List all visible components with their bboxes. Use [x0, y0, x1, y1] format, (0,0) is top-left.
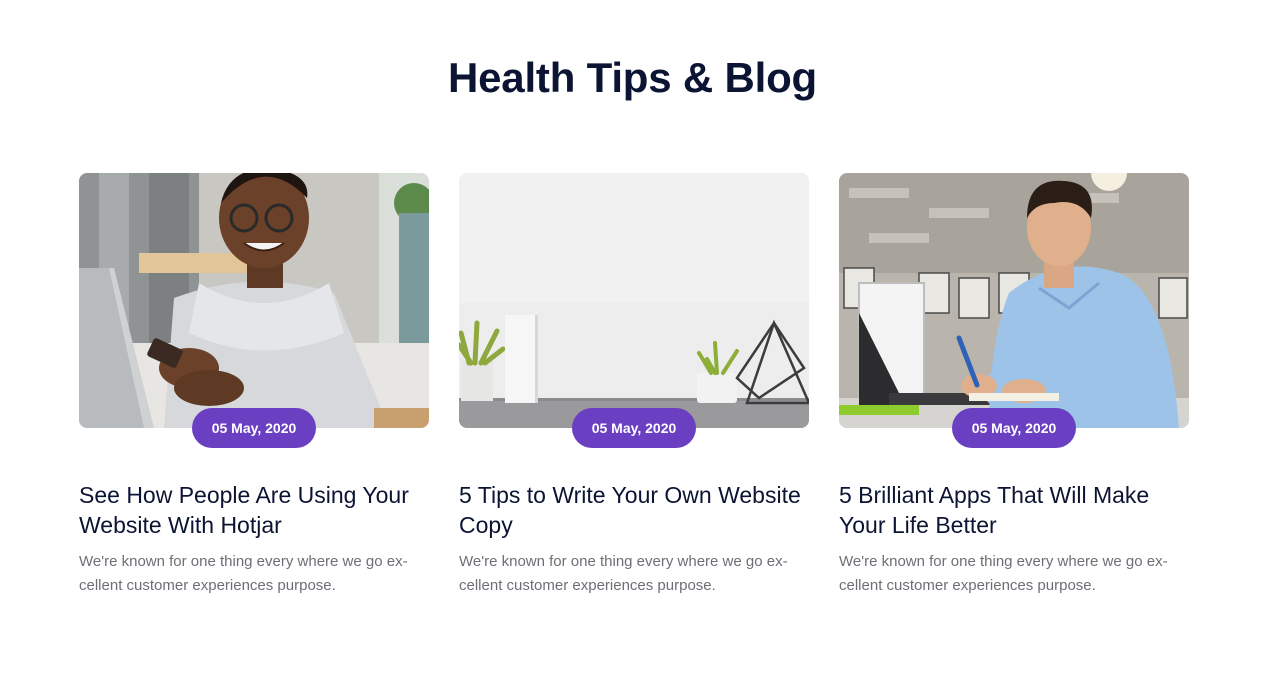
post-title[interactable]: See How People Are Using Your Website Wi…: [79, 480, 429, 540]
post-date-badge[interactable]: 05 May, 2020: [572, 408, 696, 448]
woman-with-phone-photo[interactable]: [79, 173, 429, 428]
post-date-badge[interactable]: 05 May, 2020: [952, 408, 1076, 448]
section-title: Health Tips & Blog: [448, 54, 817, 101]
post-excerpt: We're known for one thing every where we…: [459, 553, 788, 594]
man-writing-photo[interactable]: [839, 173, 1189, 428]
blog-card-image[interactable]: 05 May, 2020: [79, 173, 429, 448]
blog-card[interactable]: 05 May, 2020 5 Brilliant Apps That Will …: [839, 173, 1189, 598]
desk-plants-photo[interactable]: [459, 173, 809, 428]
post-date-badge[interactable]: 05 May, 2020: [192, 408, 316, 448]
post-excerpt: We're known for one thing every where we…: [839, 553, 1168, 594]
post-excerpt: We're known for one thing every where we…: [79, 553, 408, 594]
blog-card-image[interactable]: 05 May, 2020: [459, 173, 809, 448]
blog-card[interactable]: 05 May, 2020 See How People Are Using Yo…: [79, 173, 429, 598]
blog-card[interactable]: 05 May, 2020 5 Tips to Write Your Own We…: [459, 173, 809, 598]
post-title[interactable]: 5 Tips to Write Your Own Website Copy: [459, 480, 809, 540]
blog-card-image[interactable]: 05 May, 2020: [839, 173, 1189, 448]
post-title[interactable]: 5 Brilliant Apps That Will Make Your Lif…: [839, 480, 1189, 540]
